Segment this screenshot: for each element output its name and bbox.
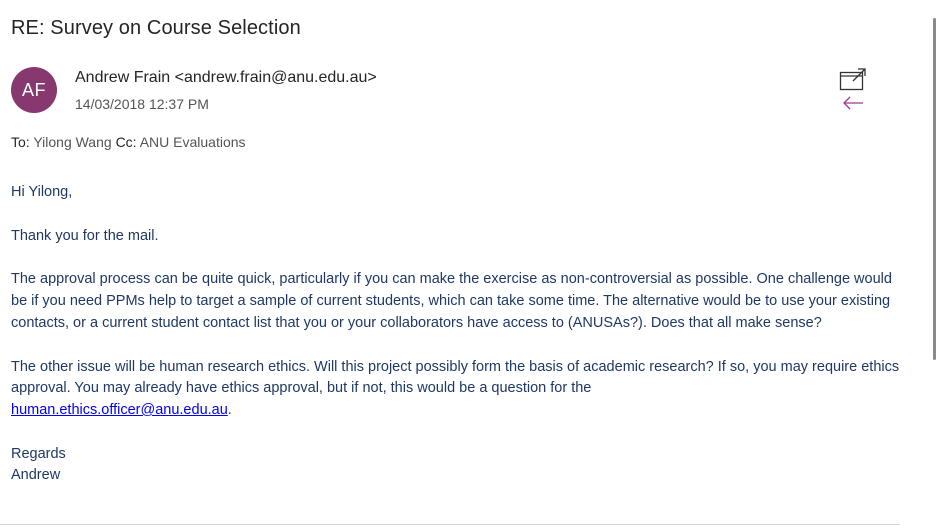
signoff: Regards [11,445,66,462]
body-paragraph-3: The other issue will be human research e… [11,357,911,422]
body-paragraph-2: The approval process can be quite quick,… [11,271,892,331]
recipients-line: To: Yilong Wang Cc: ANU Evaluations [11,134,246,150]
sender-name[interactable]: Andrew Frain <andrew.frain@anu.edu.au> [75,69,377,87]
cc-label: Cc: [115,134,137,150]
sent-date: 14/03/2018 12:37 PM [75,96,209,112]
avatar-initials: AF [21,79,46,100]
to-recipient[interactable]: Yilong Wang [33,134,111,150]
email-body: Hi Yilong, Thank you for the mail. The a… [11,182,911,487]
body-paragraph-3-text: The other issue will be human research e… [11,358,900,397]
popout-icon[interactable] [839,67,867,91]
divider [0,524,900,525]
ethics-email-link[interactable]: human.ethics.officer@anu.edu.au [11,402,228,418]
to-label: To: [11,134,30,150]
signoff-block: Regards Andrew [11,444,911,487]
cc-recipient[interactable]: ANU Evaluations [140,134,246,150]
signature: Andrew [11,467,61,484]
reply-arrow-icon[interactable] [842,96,864,110]
greeting: Hi Yilong, [11,184,73,200]
scrollbar[interactable] [933,18,936,360]
body-paragraph-3-end: . [227,401,232,418]
sender-avatar[interactable]: AF [11,67,57,113]
email-subject: RE: Survey on Course Selection [11,17,301,39]
body-paragraph-1: Thank you for the mail. [11,227,159,244]
